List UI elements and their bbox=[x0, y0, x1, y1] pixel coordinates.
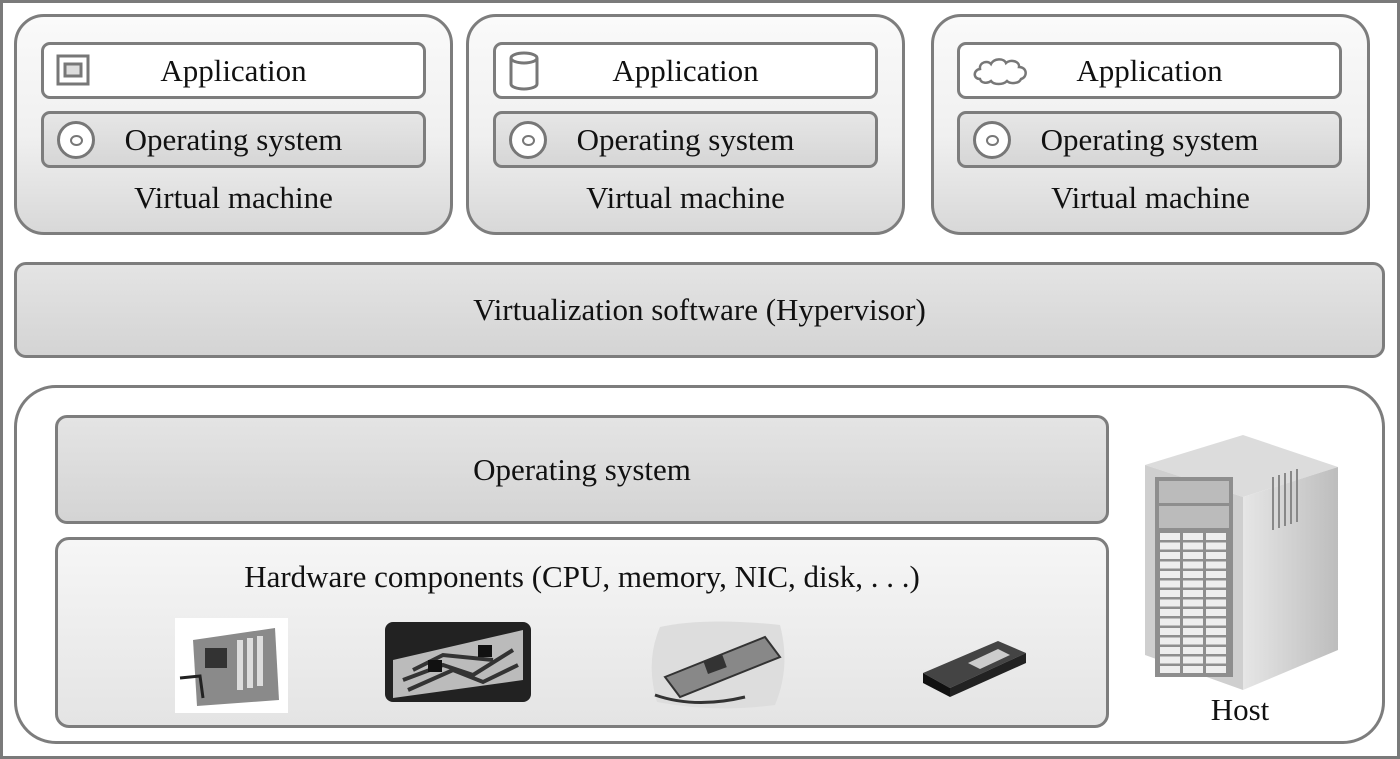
drive-bay bbox=[1160, 618, 1180, 626]
vm-label: Virtual machine bbox=[134, 180, 333, 215]
drive-bay bbox=[1206, 666, 1226, 673]
drive-bay bbox=[1160, 637, 1180, 645]
disc-icon bbox=[57, 121, 95, 159]
hypervisor-layer: Virtualization software (Hypervisor) bbox=[14, 262, 1385, 358]
os-label: Operating system bbox=[124, 121, 343, 157]
drive-bay bbox=[1160, 533, 1180, 540]
hypervisor-label: Virtualization software (Hypervisor) bbox=[473, 292, 926, 327]
motherboard-icon bbox=[175, 618, 288, 713]
server-tower-icon bbox=[1145, 435, 1338, 690]
application-label: Application bbox=[1076, 52, 1223, 88]
os-label: Operating system bbox=[576, 121, 795, 157]
drive-bay bbox=[1160, 590, 1180, 597]
vm-label: Virtual machine bbox=[586, 180, 785, 215]
drive-bay bbox=[1183, 599, 1203, 607]
drive-bay bbox=[1183, 666, 1203, 673]
disc-icon bbox=[973, 121, 1011, 159]
drive-bay bbox=[1206, 609, 1226, 616]
disc-icon bbox=[509, 121, 547, 159]
vm3-operating-system: Operating system bbox=[957, 111, 1342, 168]
drive-bay bbox=[1160, 666, 1180, 673]
vm3-application: Application bbox=[957, 42, 1342, 99]
hardware-label: Hardware components (CPU, memory, NIC, d… bbox=[244, 559, 920, 594]
host-operating-system: Operating system bbox=[55, 415, 1109, 524]
vm2-operating-system: Operating system bbox=[493, 111, 878, 168]
drive-bay bbox=[1183, 647, 1203, 654]
vm1-operating-system: Operating system bbox=[41, 111, 426, 168]
disk-drive-icon bbox=[923, 641, 1026, 697]
virtualization-diagram: Application Operating system Virtual mac… bbox=[0, 0, 1400, 759]
drive-bay bbox=[1183, 609, 1203, 616]
drive-bay bbox=[1206, 542, 1226, 550]
os-label: Operating system bbox=[1040, 121, 1259, 157]
vm1-application: Application bbox=[41, 42, 426, 99]
drive-bay bbox=[1183, 580, 1203, 588]
drive-bay bbox=[1183, 533, 1203, 540]
application-label: Application bbox=[612, 52, 759, 88]
drive-bay bbox=[1206, 618, 1226, 626]
drive-bay bbox=[1183, 590, 1203, 597]
vm-label: Virtual machine bbox=[1051, 180, 1250, 215]
drive-bay bbox=[1183, 656, 1203, 664]
vm2-application: Application bbox=[493, 42, 878, 99]
drive-bay bbox=[1160, 656, 1180, 664]
nic-card-icon bbox=[651, 621, 785, 709]
drive-bay bbox=[1183, 571, 1203, 578]
memory-icon bbox=[385, 622, 531, 702]
drive-bay bbox=[1206, 580, 1226, 588]
drive-bay bbox=[1206, 637, 1226, 645]
drive-bay bbox=[1206, 590, 1226, 597]
drive-bay bbox=[1206, 599, 1226, 607]
drive-bay bbox=[1160, 571, 1180, 578]
drive-bay bbox=[1206, 561, 1226, 569]
drive-bay bbox=[1183, 542, 1203, 550]
drive-bay bbox=[1206, 628, 1226, 635]
drive-bay bbox=[1160, 552, 1180, 559]
drive-bay bbox=[1206, 571, 1226, 578]
drive-bay bbox=[1160, 647, 1180, 654]
drive-bay bbox=[1183, 561, 1203, 569]
host-label: Host bbox=[1210, 692, 1270, 727]
drive-bay bbox=[1206, 533, 1226, 540]
drive-bay bbox=[1183, 628, 1203, 635]
drive-bay bbox=[1183, 618, 1203, 626]
drive-bay bbox=[1183, 552, 1203, 559]
cloud-icon bbox=[973, 58, 1027, 86]
drive-bay bbox=[1160, 561, 1180, 569]
drive-bay bbox=[1206, 656, 1226, 664]
host-os-label: Operating system bbox=[473, 451, 691, 487]
database-icon bbox=[509, 51, 539, 91]
window-icon bbox=[56, 54, 90, 86]
drive-bay bbox=[1160, 609, 1180, 616]
drive-bay bbox=[1160, 542, 1180, 550]
drive-bay bbox=[1160, 580, 1180, 588]
drive-bay bbox=[1183, 637, 1203, 645]
drive-bay bbox=[1206, 647, 1226, 654]
drive-bay bbox=[1160, 628, 1180, 635]
application-label: Application bbox=[160, 52, 307, 88]
drive-bay bbox=[1206, 552, 1226, 559]
drive-bay bbox=[1160, 599, 1180, 607]
